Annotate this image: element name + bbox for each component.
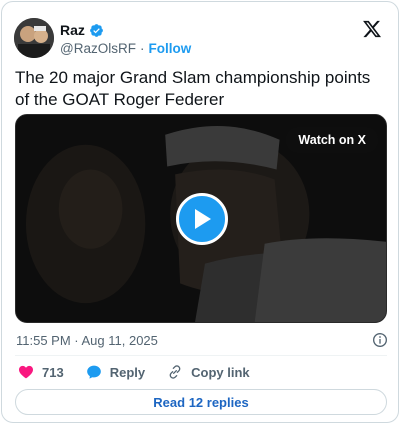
tweet-timestamp[interactable]: 11:55 PM · Aug 11, 2025 xyxy=(16,333,158,348)
reply-bubble-icon xyxy=(86,365,101,379)
timestamp-row: 11:55 PM · Aug 11, 2025 xyxy=(16,332,388,348)
tweet-text: The 20 major Grand Slam championship poi… xyxy=(15,68,371,109)
play-button[interactable] xyxy=(176,193,228,245)
follow-button[interactable]: Follow xyxy=(148,41,191,56)
like-count: 713 xyxy=(42,364,64,380)
info-icon[interactable] xyxy=(372,332,388,348)
copy-link-label: Copy link xyxy=(191,364,250,380)
embedded-tweet-card: Raz @RazOlsRF · Follow The 20 major Gran… xyxy=(1,1,399,423)
avatar[interactable] xyxy=(14,18,54,58)
like-button[interactable]: 713 xyxy=(18,364,64,380)
x-logo-icon[interactable] xyxy=(362,19,382,39)
copy-link-button[interactable]: Copy link xyxy=(167,364,250,380)
author-handle[interactable]: @RazOlsRF xyxy=(60,41,136,56)
separator-dot: · xyxy=(139,41,145,56)
reply-button[interactable]: Reply xyxy=(86,364,145,380)
divider xyxy=(15,355,387,356)
action-bar: 713 Reply Copy link xyxy=(18,364,250,380)
author-name-row: Raz xyxy=(60,22,104,38)
play-icon xyxy=(195,209,211,229)
reply-label: Reply xyxy=(109,364,146,380)
read-replies-button[interactable]: Read 12 replies xyxy=(15,389,387,415)
watch-on-x-button[interactable]: Watch on X xyxy=(286,127,378,153)
handle-row: @RazOlsRF · Follow xyxy=(60,41,191,56)
author-name[interactable]: Raz xyxy=(60,22,85,38)
link-icon xyxy=(169,365,181,379)
verified-badge-icon xyxy=(90,23,103,37)
heart-icon xyxy=(19,365,33,379)
video-thumbnail[interactable]: Watch on X xyxy=(15,114,387,323)
